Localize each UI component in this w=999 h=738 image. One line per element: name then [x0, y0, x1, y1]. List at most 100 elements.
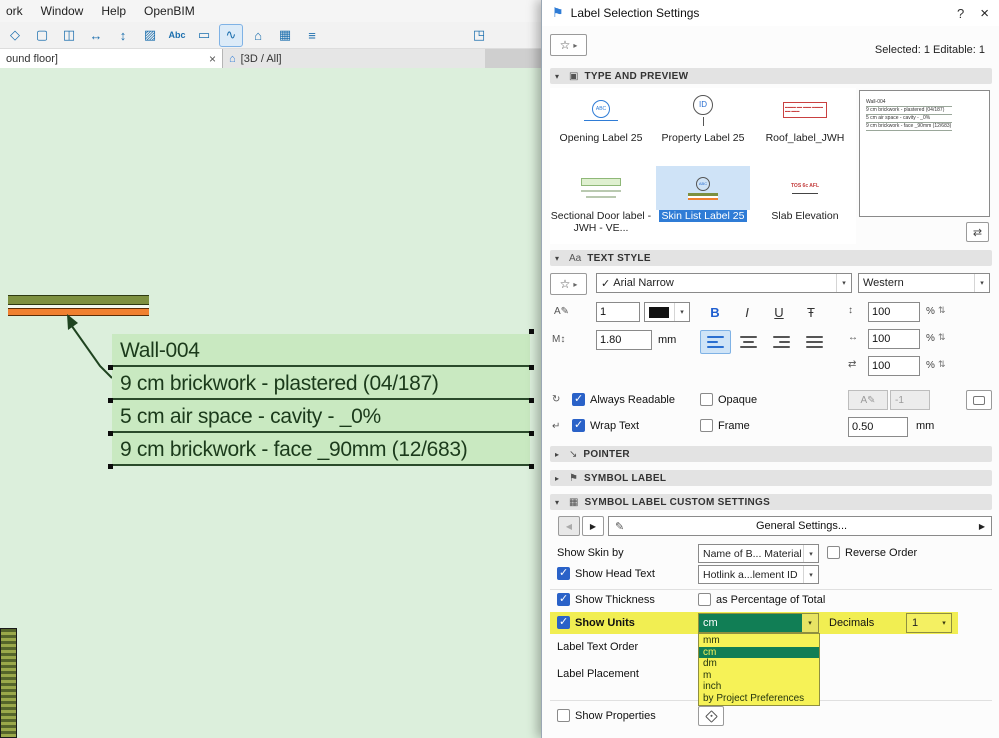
wall-section[interactable]: [8, 295, 149, 316]
stepper-icon[interactable]: ⇅: [938, 305, 946, 316]
head-text-combo[interactable]: Hotlink a...lement ID ▾: [698, 565, 819, 584]
section-type-and-preview[interactable]: ▾ ▣ TYPE AND PREVIEW: [550, 68, 992, 84]
frame-offset-input[interactable]: [848, 417, 908, 437]
type-item-property-label[interactable]: ID Property Label 25: [652, 88, 754, 166]
text-tool-icon[interactable]: Abc: [165, 24, 189, 47]
wall-label[interactable]: Wall-004 9 cm brickwork - plastered (04/…: [108, 329, 534, 469]
opening-label-icon: ABC: [554, 88, 648, 132]
close-button[interactable]: ×: [980, 5, 989, 22]
selection-handle[interactable]: [529, 329, 534, 334]
units-combo[interactable]: cm ▾: [698, 613, 819, 633]
reverse-order-checkbox[interactable]: [827, 546, 840, 559]
tab-3d-all[interactable]: ⌂ [3D / All]: [222, 49, 485, 68]
dialog-titlebar[interactable]: ⚑ Label Selection Settings ? ×: [542, 0, 999, 26]
selection-handle[interactable]: [529, 464, 534, 469]
grid-icon[interactable]: ▦: [273, 24, 297, 47]
always-readable-icon: ↻: [552, 394, 561, 405]
split-window-icon[interactable]: ◫: [57, 24, 81, 47]
section-pointer[interactable]: ▸ ↘ POINTER: [550, 446, 992, 462]
frame-checkbox[interactable]: [700, 419, 713, 432]
detail-icon[interactable]: ▭: [192, 24, 216, 47]
percent-sign: %: [926, 333, 935, 344]
decimals-combo[interactable]: 1 ▾: [906, 613, 952, 633]
menu-window[interactable]: Window: [41, 4, 84, 18]
favorites-button[interactable]: ☆ ▸: [550, 34, 587, 56]
type-item-sectional-door[interactable]: Sectional Door label - JWH - VE...: [550, 166, 652, 244]
strikethrough-button[interactable]: Ŧ: [796, 300, 826, 324]
show-thickness-checkbox[interactable]: [557, 592, 570, 606]
menu-teamwork[interactable]: ork: [6, 4, 23, 18]
underline-button[interactable]: U: [764, 300, 794, 324]
menu-help[interactable]: Help: [101, 4, 126, 18]
align-center-button[interactable]: [733, 330, 764, 354]
units-option-m[interactable]: m: [699, 670, 819, 682]
spline-tool-icon[interactable]: ∿: [219, 23, 243, 47]
width-factor-input[interactable]: [868, 329, 920, 349]
skin-by-value: Name of B... Material: [703, 547, 802, 560]
section-text-style[interactable]: ▾ Aa TEXT STYLE: [550, 250, 992, 266]
selection-handle[interactable]: [529, 398, 534, 403]
font-combo[interactable]: ✓ Arial Narrow ▾: [596, 273, 852, 293]
close-tab-icon[interactable]: ×: [209, 52, 216, 66]
show-properties-checkbox[interactable]: [557, 709, 570, 722]
text-height-input[interactable]: [596, 330, 652, 350]
italic-button[interactable]: I: [732, 300, 762, 324]
virtual-trace-icon[interactable]: ▢: [30, 24, 54, 47]
units-option-mm[interactable]: mm: [699, 635, 819, 647]
selection-handle[interactable]: [108, 431, 113, 436]
bold-button[interactable]: B: [700, 300, 730, 324]
transfer-settings-button[interactable]: ⇄: [966, 222, 989, 242]
selection-handle[interactable]: [529, 431, 534, 436]
line-spacing-input[interactable]: [868, 302, 920, 322]
skin-by-combo[interactable]: Name of B... Material ▾: [698, 544, 819, 563]
selection-handle[interactable]: [108, 398, 113, 403]
show-units-checkbox[interactable]: [557, 615, 570, 629]
tracking-input[interactable]: [868, 356, 920, 376]
units-option-by-project-preferences[interactable]: by Project Preferences: [699, 693, 819, 705]
page-back-button[interactable]: ◀: [558, 516, 580, 536]
axonometry-icon[interactable]: ◳: [467, 24, 491, 47]
drawing-canvas[interactable]: Wall-004 9 cm brickwork - plastered (04/…: [0, 68, 541, 738]
units-option-cm[interactable]: cm: [699, 646, 819, 658]
tab-ground-floor[interactable]: ound floor] ×: [0, 49, 222, 68]
align-justify-button[interactable]: [799, 330, 830, 354]
type-item-roof-label[interactable]: ▂▂▂▂ ▂▂ ▂▂▂ ▂▂▂▂ ▂▂ ▂▂▂ Roof_label_JWH: [754, 88, 856, 166]
general-settings-bar[interactable]: ✎ General Settings... ▶: [608, 516, 992, 536]
text-pen-color-combo[interactable]: ▾: [644, 302, 690, 322]
type-item-opening-label[interactable]: ABC Opening Label 25: [550, 88, 652, 166]
roof-tool-icon[interactable]: ⌂: [246, 24, 270, 47]
wrap-text-checkbox[interactable]: [572, 418, 585, 432]
page-forward-button[interactable]: ▶: [582, 516, 604, 536]
align-left-button[interactable]: [700, 330, 731, 354]
units-option-inch[interactable]: inch: [699, 681, 819, 693]
marquee-diamond-icon[interactable]: ◇: [3, 24, 27, 47]
selection-handle[interactable]: [108, 464, 113, 469]
help-button[interactable]: ?: [957, 6, 964, 21]
chevron-down-icon: ▾: [974, 274, 989, 292]
always-readable-checkbox[interactable]: [572, 392, 585, 406]
hatch-icon[interactable]: ▨: [138, 24, 162, 47]
opaque-checkbox[interactable]: [700, 393, 713, 406]
selection-handle[interactable]: [529, 365, 534, 370]
properties-button[interactable]: [698, 706, 724, 726]
fit-width-icon[interactable]: ↔: [84, 24, 108, 47]
type-item-slab-elevation[interactable]: TOS 6c AFL Slab Elevation: [754, 166, 856, 244]
show-head-text-checkbox[interactable]: [557, 566, 570, 580]
pan-icon[interactable]: ↕: [111, 24, 135, 47]
stepper-icon[interactable]: ⇅: [938, 332, 946, 343]
align-right-button[interactable]: [766, 330, 797, 354]
stepper-icon[interactable]: ⇅: [938, 359, 946, 370]
as-percentage-checkbox[interactable]: [698, 593, 711, 606]
encoding-combo[interactable]: Western ▾: [858, 273, 990, 293]
show-thickness-label: Show Thickness: [575, 594, 655, 606]
selection-handle[interactable]: [108, 365, 113, 370]
menu-openbim[interactable]: OpenBIM: [144, 4, 195, 18]
section-symbol-label-custom-settings[interactable]: ▾ ▦ SYMBOL LABEL CUSTOM SETTINGS: [550, 494, 992, 510]
layers-icon[interactable]: ≡: [300, 24, 324, 47]
text-favorites-button[interactable]: ☆ ▸: [550, 273, 587, 295]
background-pen-button[interactable]: [966, 390, 992, 410]
font-size-input[interactable]: [596, 302, 640, 322]
type-item-skin-list[interactable]: ABC Skin List Label 25: [652, 166, 754, 244]
units-option-dm[interactable]: dm: [699, 658, 819, 670]
section-symbol-label[interactable]: ▸ ⚑ SYMBOL LABEL: [550, 470, 992, 486]
